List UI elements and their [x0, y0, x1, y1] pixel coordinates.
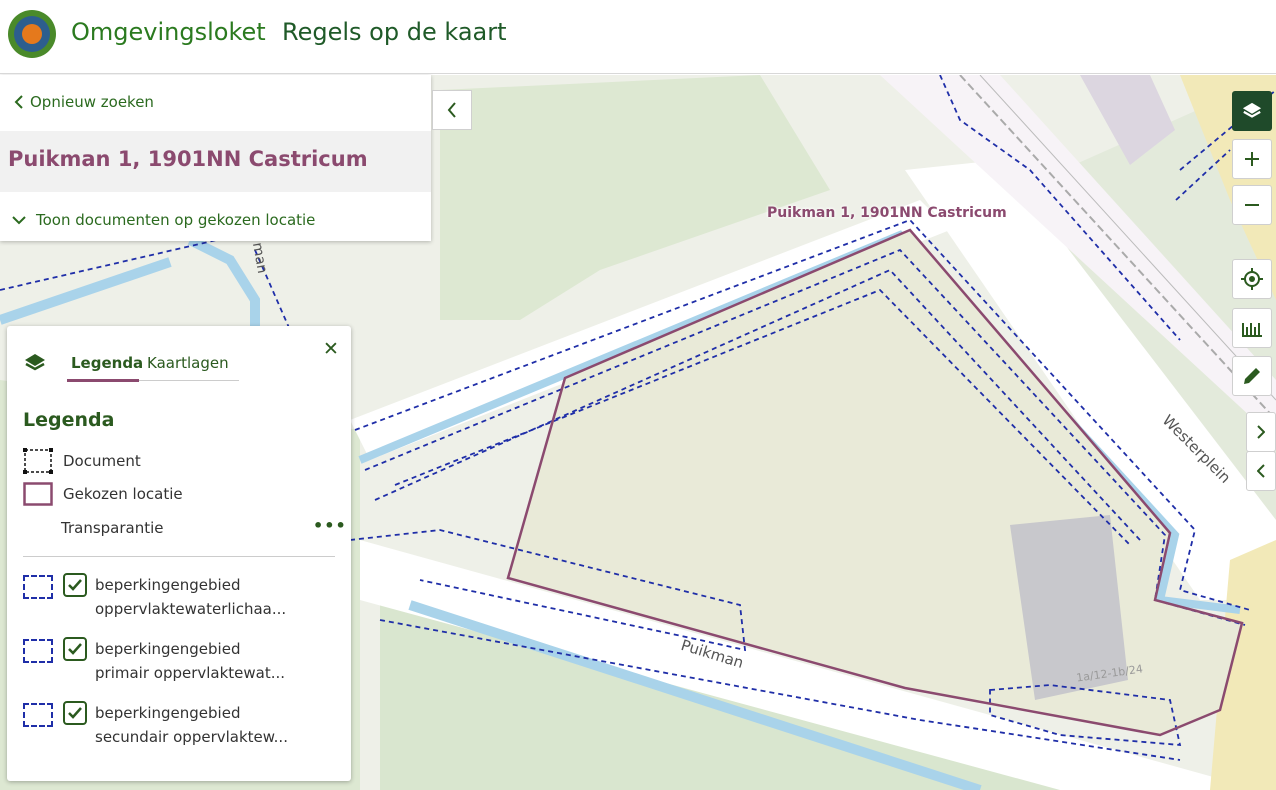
back-link[interactable]: Opnieuw zoeken — [14, 93, 154, 111]
app-title[interactable]: Omgevingsloket — [71, 18, 266, 46]
back-link-label: Opnieuw zoeken — [30, 93, 154, 111]
minus-icon — [1245, 204, 1259, 206]
map-address-label: Puikman 1, 1901NN Castricum — [767, 205, 1007, 221]
logo[interactable] — [8, 10, 56, 58]
layer-row: beperkingengebied primair oppervlaktewat… — [23, 637, 295, 685]
layer-row: beperkingengebied secundair oppervlaktew… — [23, 701, 295, 749]
measure-button[interactable] — [1232, 308, 1272, 348]
legend-document-label: Document — [63, 452, 141, 470]
chevron-right-icon — [1257, 425, 1265, 439]
legend-row-location: Gekozen locatie — [23, 482, 183, 506]
chevron-left-icon — [447, 102, 456, 118]
pencil-icon — [1244, 368, 1260, 384]
toggle-documents-button[interactable]: Toon documenten op gekozen locatie — [12, 211, 315, 229]
checkmark-icon — [68, 643, 82, 655]
checkmark-icon — [68, 579, 82, 591]
restriction-swatch-icon — [23, 703, 53, 727]
address-block: Puikman 1, 1901NN Castricum — [0, 131, 431, 192]
legend-heading: Legenda — [23, 409, 115, 431]
layer-label: beperkingengebied primair oppervlaktewat… — [95, 640, 286, 682]
chevron-down-icon — [12, 216, 26, 225]
locate-button[interactable] — [1232, 259, 1272, 299]
zoom-out-button[interactable] — [1232, 185, 1272, 225]
restriction-swatch-icon — [23, 575, 53, 599]
search-panel: Opnieuw zoeken Puikman 1, 1901NN Castric… — [0, 75, 431, 241]
selected-address: Puikman 1, 1901NN Castricum — [8, 147, 368, 171]
tab-active-indicator — [67, 379, 139, 382]
zoom-in-button[interactable] — [1232, 139, 1272, 179]
header: Omgevingsloket Regels op de kaart — [0, 0, 1276, 74]
checkmark-icon — [68, 707, 82, 719]
layer-checkbox[interactable] — [63, 573, 87, 597]
layer-checkbox[interactable] — [63, 637, 87, 661]
legend-row-document: Document — [23, 448, 141, 474]
layers-icon — [1242, 102, 1262, 118]
restriction-swatch-icon — [23, 639, 53, 663]
chosen-location-swatch-icon — [23, 482, 53, 506]
layer-label: beperkingengebied oppervlaktewaterlichaa… — [95, 576, 287, 618]
ruler-icon — [1242, 323, 1262, 337]
legend-location-label: Gekozen locatie — [63, 485, 183, 503]
layers-button[interactable] — [1232, 91, 1272, 131]
draw-button[interactable] — [1232, 356, 1272, 396]
app: Omgevingsloket Regels op de kaart Puikma… — [0, 0, 1276, 790]
legend-panel: Legenda Kaartlagen ✕ Legenda Document Ge… — [7, 326, 351, 781]
more-options-icon[interactable]: ••• — [313, 516, 347, 535]
toggle-documents-label: Toon documenten op gekozen locatie — [36, 211, 316, 229]
layer-label: beperkingengebied secundair oppervlaktew… — [95, 704, 288, 746]
crosshair-icon — [1241, 268, 1263, 290]
legend-divider — [23, 556, 335, 557]
tab-legenda[interactable]: Legenda — [71, 354, 143, 372]
tab-kaartlagen[interactable]: Kaartlagen — [147, 354, 229, 372]
chevron-left-icon — [14, 95, 23, 109]
chevron-left-icon — [1257, 464, 1265, 478]
layers-icon — [25, 354, 45, 371]
collapse-panel-button[interactable] — [432, 90, 472, 130]
legend-transparency-label: Transparantie — [61, 519, 164, 537]
close-icon[interactable]: ✕ — [323, 338, 339, 360]
layer-row: beperkingengebied oppervlaktewaterlichaa… — [23, 573, 295, 621]
document-icon — [23, 448, 53, 474]
page-title: Regels op de kaart — [282, 18, 507, 46]
collapse-right-panel-button[interactable] — [1246, 451, 1276, 491]
expand-panel-button[interactable] — [1246, 412, 1276, 452]
layer-checkbox[interactable] — [63, 701, 87, 725]
plus-icon — [1245, 152, 1259, 166]
